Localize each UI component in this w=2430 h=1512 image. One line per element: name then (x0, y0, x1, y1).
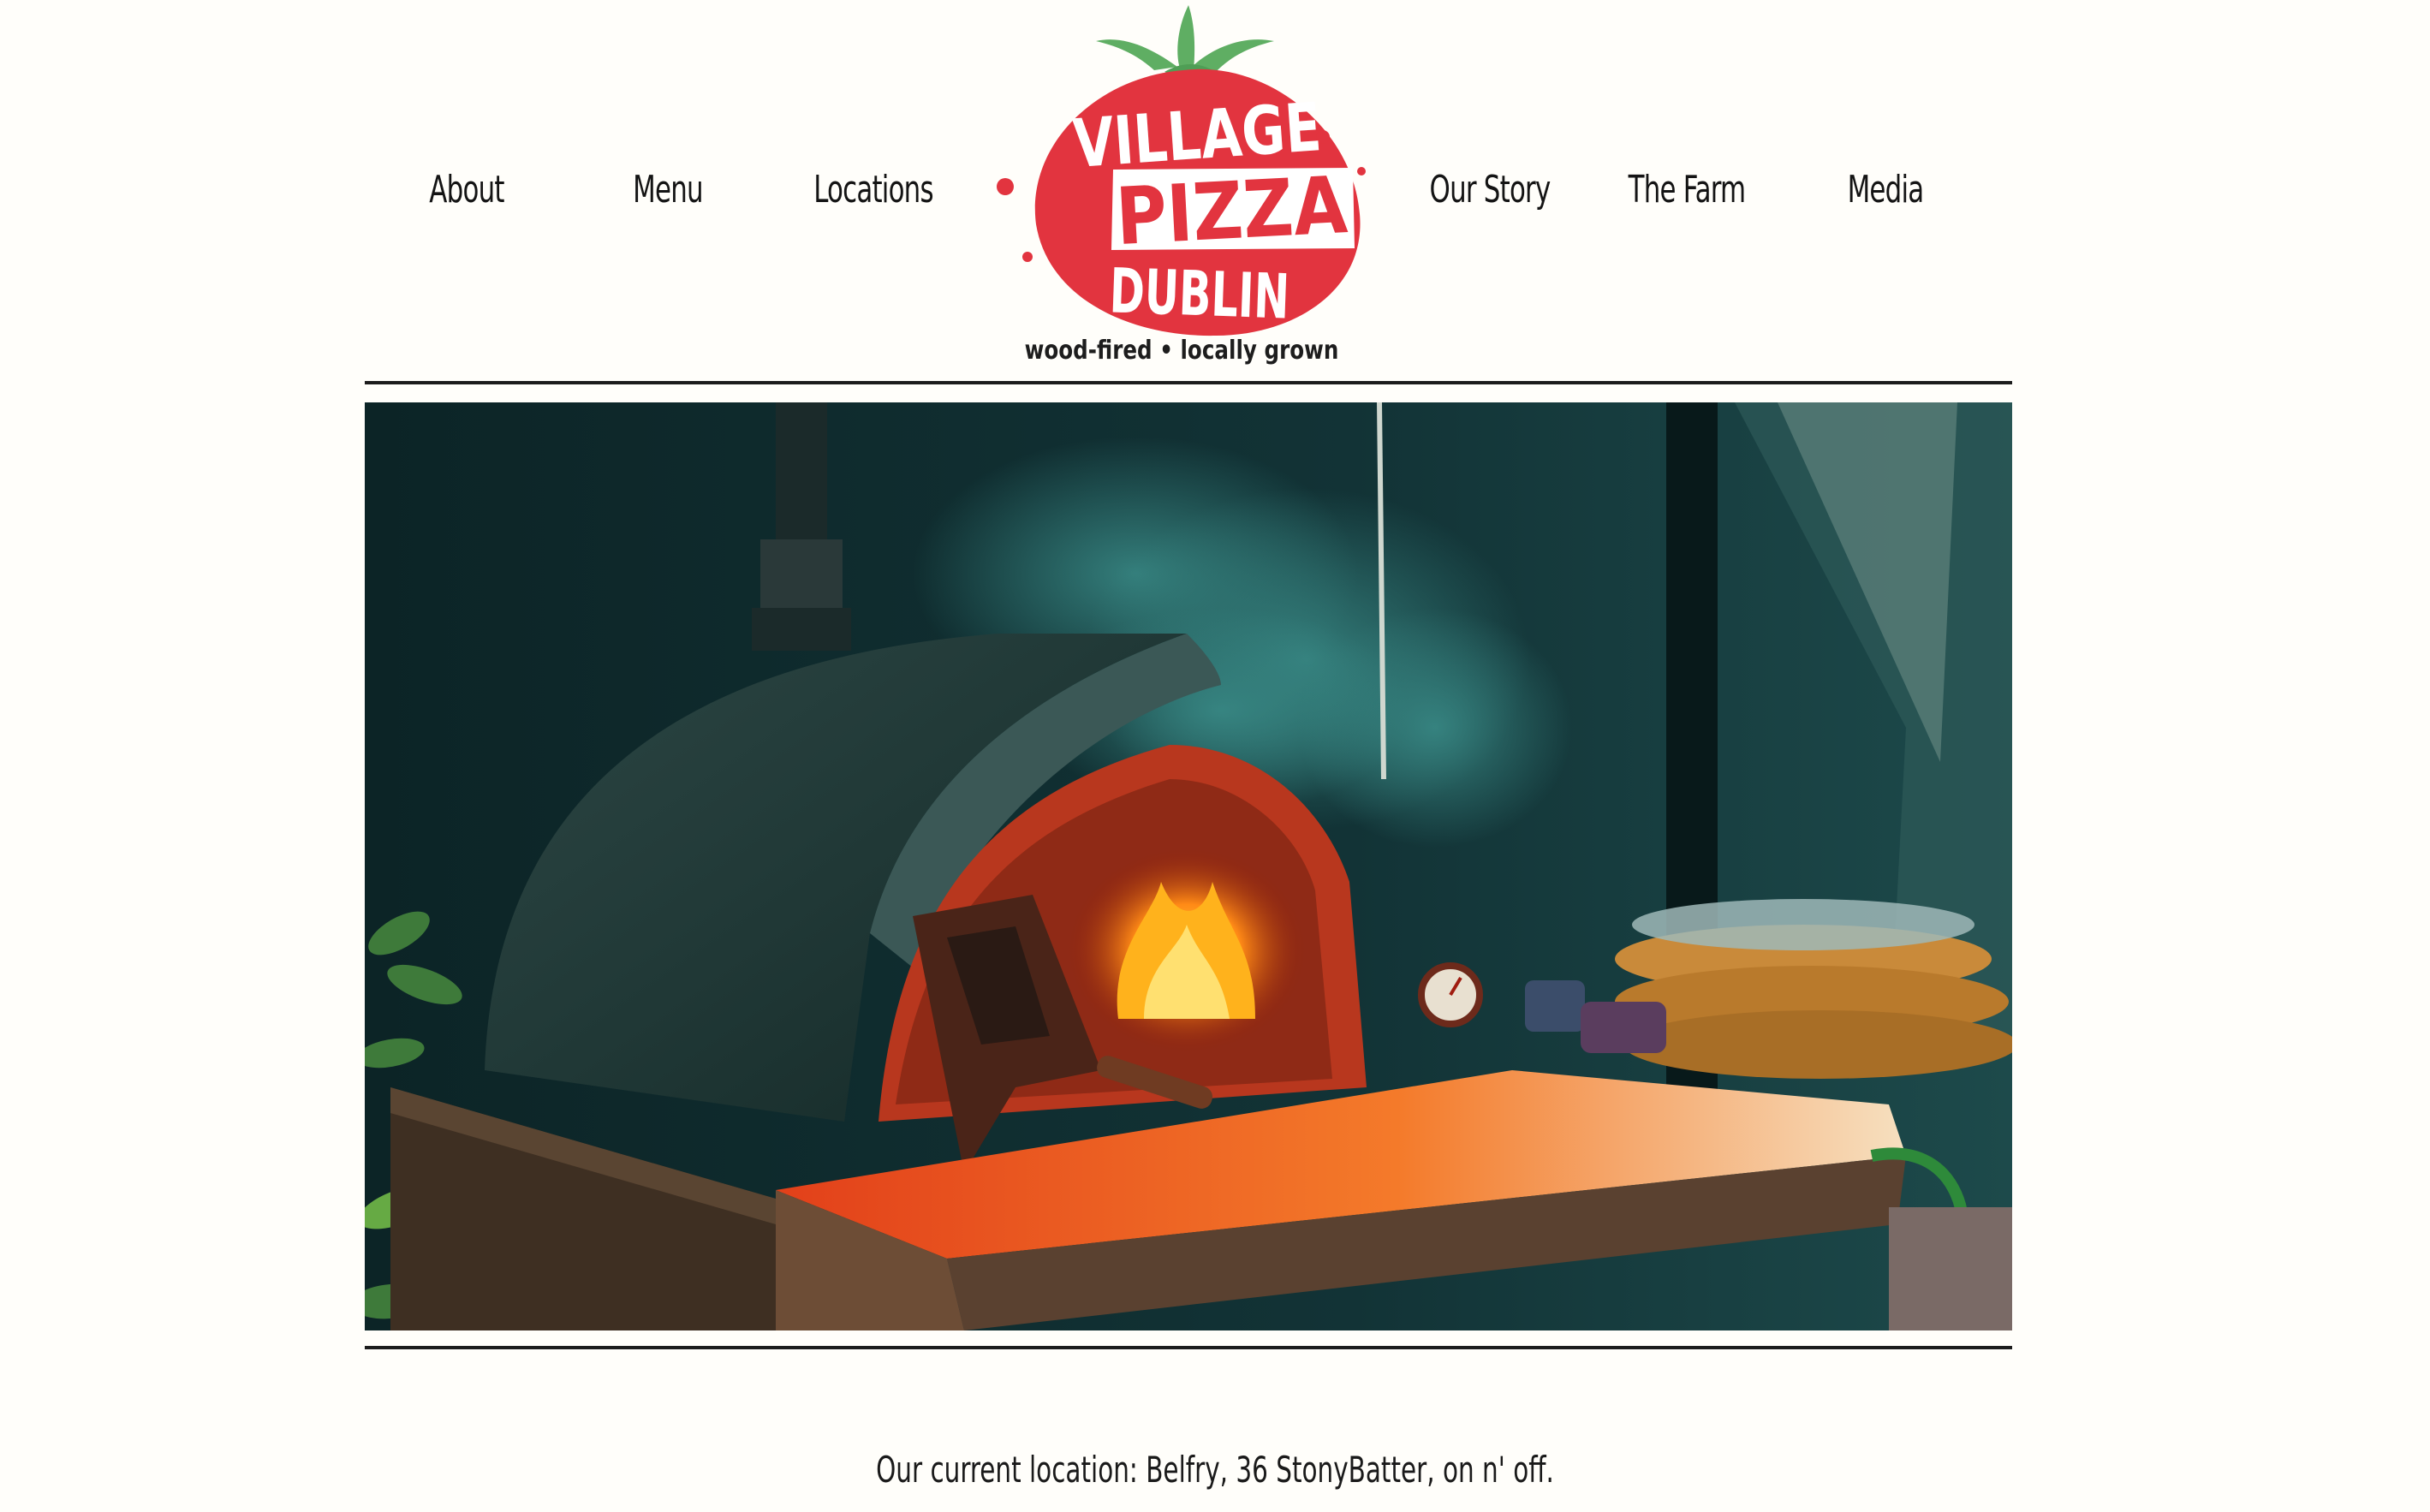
hero-oven-image (365, 402, 2012, 1330)
logo-line2: PIZZA (1114, 159, 1349, 263)
leaf-icon (1096, 5, 1274, 77)
nav-locations[interactable]: Locations (793, 164, 953, 216)
page: About Menu Locations VILLAGE PIZZA DUBLI… (0, 0, 2430, 1512)
nav-about[interactable]: About (400, 164, 533, 216)
nav-our-story[interactable]: Our Story (1409, 164, 1569, 216)
nav-menu[interactable]: Menu (601, 164, 735, 216)
logo-tagline: wood-fired • locally grown (1024, 336, 1339, 366)
nav-media[interactable]: Media (1819, 164, 1952, 216)
current-location-text: Our current location: Belfry, 36 StonyBa… (876, 1449, 1554, 1491)
divider-top (365, 381, 2012, 384)
logo-line3: DUBLIN (1108, 254, 1290, 332)
nav-the-farm[interactable]: The Farm (1606, 164, 1766, 216)
divider-bottom (365, 1346, 2012, 1349)
village-pizza-logo[interactable]: VILLAGE PIZZA DUBLIN (985, 0, 1379, 381)
